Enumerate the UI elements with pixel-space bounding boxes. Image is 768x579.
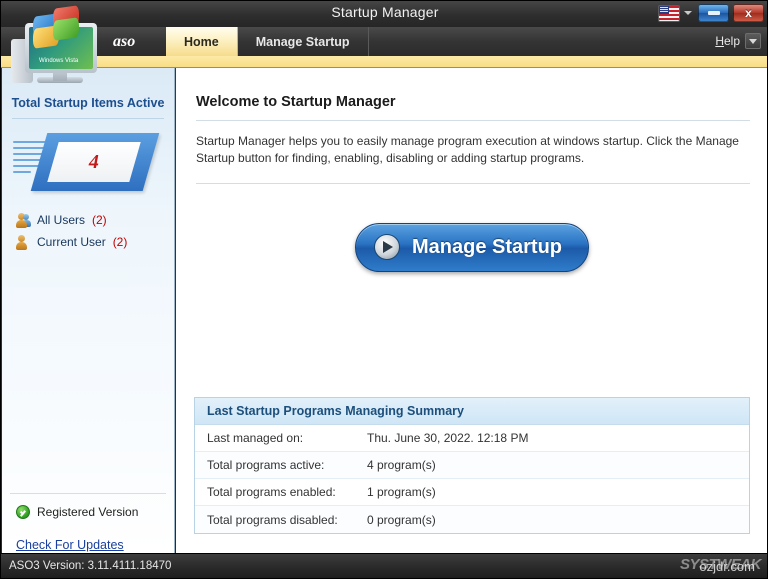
tab-bar: aso Home Manage Startup Help (1, 27, 768, 56)
page-title: Welcome to Startup Manager (196, 94, 768, 110)
help-rest: elp (724, 34, 740, 48)
windows-flag-icon (33, 7, 91, 47)
chevron-down-icon[interactable] (684, 11, 692, 15)
green-check-icon (16, 505, 30, 519)
manage-startup-button-label: Manage Startup (412, 236, 562, 259)
summary-value: 0 program(s) (367, 513, 436, 527)
active-count-value: 4 (89, 151, 99, 174)
summary-heading: Last Startup Programs Managing Summary (195, 398, 749, 425)
summary-value: 4 program(s) (367, 458, 436, 472)
accent-band (1, 56, 768, 68)
play-circle-icon (374, 234, 400, 260)
ray (13, 171, 31, 173)
current-user-count: (2) (113, 235, 128, 249)
all-users-count: (2) (92, 213, 107, 227)
windows-vista-monitor-logo: Windows Vista (3, 3, 111, 95)
tab-manage-startup[interactable]: Manage Startup (238, 27, 369, 56)
tab-list: Home Manage Startup (166, 27, 369, 56)
main-content: Welcome to Startup Manager Startup Manag… (176, 68, 768, 554)
window-controls: x (658, 4, 764, 22)
minimize-button[interactable] (698, 4, 729, 22)
all-users-label: All Users (37, 213, 85, 227)
manage-button-container: Manage Startup (176, 223, 768, 272)
tab-home[interactable]: Home (166, 27, 238, 56)
sidebar-item-all-users[interactable]: All Users (2) (14, 209, 174, 231)
table-row: Last managed on: Thu. June 30, 2022. 12:… (195, 425, 749, 452)
summary-value: 1 program(s) (367, 485, 436, 499)
summary-key: Total programs disabled: (195, 513, 367, 527)
sidebar-user-list: All Users (2) Current User (2) (14, 209, 174, 253)
minimize-icon (708, 11, 720, 15)
registered-version-label: Registered Version (37, 505, 138, 519)
summary-value: Thu. June 30, 2022. 12:18 PM (367, 431, 528, 445)
title-bar: Startup Manager x (1, 1, 768, 27)
table-row: Total programs disabled: 0 program(s) (195, 506, 749, 533)
sidebar: Total Startup Items Active 4 All Users (… (2, 68, 175, 554)
sidebar-divider (12, 118, 164, 119)
summary-key: Total programs enabled: (195, 485, 367, 499)
single-user-icon (14, 234, 30, 250)
page-description: Startup Manager helps you to easily mana… (196, 133, 744, 167)
check-updates-row: Check For Updates (2, 530, 174, 554)
summary-key: Total programs active: (195, 458, 367, 472)
watermark-overlay: ozjdr.com (699, 559, 755, 574)
peer-body (22, 220, 31, 227)
close-button[interactable]: x (733, 4, 764, 22)
help-accel: H (715, 34, 724, 48)
content-divider-bottom (196, 183, 750, 184)
sidebar-footer: Registered Version Check For Updates (2, 493, 174, 554)
banner-inner: 4 (47, 142, 140, 182)
summary-panel: Last Startup Programs Managing Summary L… (194, 397, 750, 534)
brand-logo-text: aso (113, 33, 135, 51)
current-user-label: Current User (37, 235, 106, 249)
version-text: ASO3 Version: 3.11.4111.18470 (9, 560, 171, 572)
sidebar-item-current-user[interactable]: Current User (2) (14, 231, 174, 253)
window-title: Startup Manager (1, 4, 768, 20)
flag-pane-green (53, 17, 79, 41)
registered-version-row: Registered Version (2, 494, 174, 530)
us-flag-icon[interactable] (658, 5, 680, 22)
startup-manager-window: Startup Manager x aso Home Manage Startu… (0, 0, 768, 579)
windows-vista-text: Windows Vista (39, 58, 78, 64)
help-chevron-down-icon[interactable] (745, 33, 761, 49)
flag-canton (659, 6, 669, 14)
manage-startup-button[interactable]: Manage Startup (355, 223, 589, 272)
content-divider-top (196, 120, 750, 121)
summary-key: Last managed on: (195, 431, 367, 445)
help-area: Help (715, 33, 761, 49)
active-items-banner: 4 (13, 127, 163, 199)
status-bar: ASO3 Version: 3.11.4111.18470 SYSTWEAK o… (1, 553, 768, 578)
table-row: Total programs active: 4 program(s) (195, 452, 749, 479)
sidebar-title: Total Startup Items Active (2, 96, 174, 110)
help-link[interactable]: Help (715, 34, 740, 48)
users-group-icon (14, 212, 30, 228)
table-row: Total programs enabled: 1 program(s) (195, 479, 749, 506)
check-for-updates-link[interactable]: Check For Updates (16, 538, 124, 552)
